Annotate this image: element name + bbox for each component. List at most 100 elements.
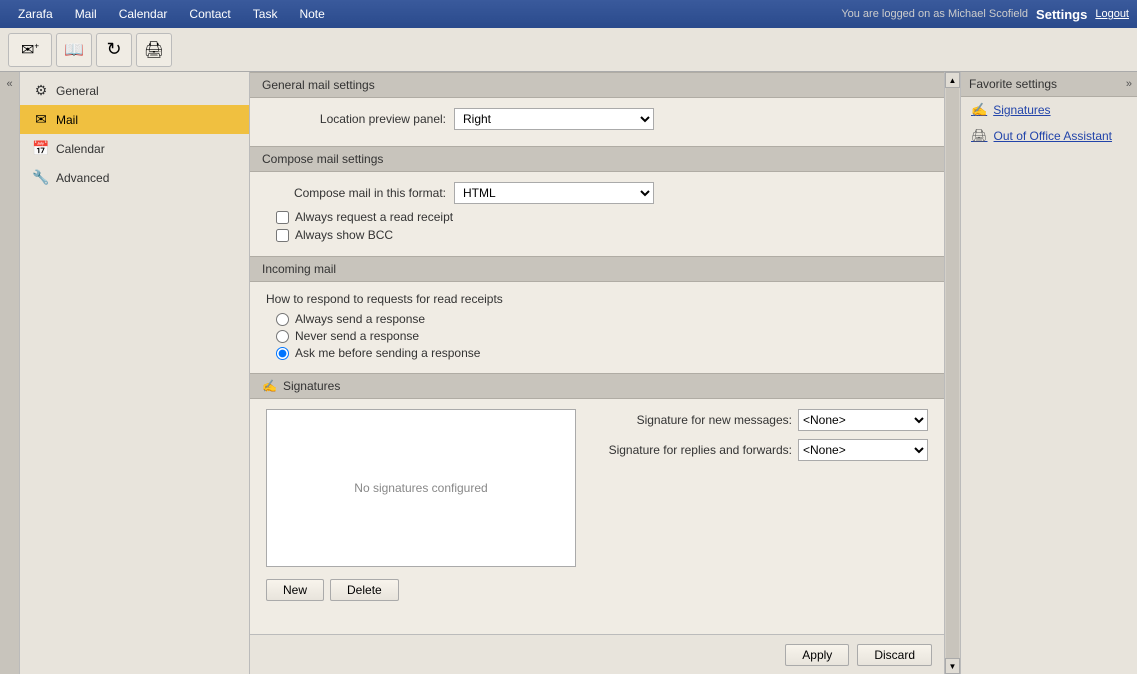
read-receipt-question: How to respond to requests for read rece… xyxy=(266,292,928,306)
new-button[interactable]: ✉+ xyxy=(8,33,52,67)
fav-item-signatures[interactable]: ✍ Signatures xyxy=(961,97,1137,123)
new-messages-row: Signature for new messages: <None> xyxy=(592,409,928,431)
content-wrapper: General mail settings Location preview p… xyxy=(250,72,1137,674)
compose-mail-header: Compose mail settings xyxy=(250,146,944,172)
replies-select[interactable]: <None> xyxy=(798,439,928,461)
user-info: You are logged on as Michael Scofield xyxy=(841,8,1028,20)
nav-task[interactable]: Task xyxy=(243,3,288,25)
fav-out-of-office-label: Out of Office Assistant xyxy=(994,129,1113,143)
fav-panel-title: Favorite settings xyxy=(969,77,1057,91)
read-receipt-label: Always request a read receipt xyxy=(295,210,453,224)
incoming-mail-header: Incoming mail xyxy=(250,256,944,282)
location-preview-row: Location preview panel: Right Bottom Off xyxy=(266,108,928,130)
refresh-icon: ↻ xyxy=(106,39,121,60)
read-receipt-checkbox-row: Always request a read receipt xyxy=(276,210,928,224)
no-signatures-label: No signatures configured xyxy=(354,481,487,495)
fav-collapse-button[interactable]: » xyxy=(1126,78,1132,90)
sidebar-item-calendar-label: Calendar xyxy=(56,142,105,156)
location-preview-label: Location preview panel: xyxy=(266,112,446,126)
nav-items: Zarafa Mail Calendar Contact Task Note xyxy=(8,3,335,25)
sidebar-item-calendar[interactable]: 📅 Calendar xyxy=(20,134,249,163)
logout-button[interactable]: Logout xyxy=(1095,8,1129,20)
print-icon: 🖨 xyxy=(144,40,164,60)
radio-ask[interactable] xyxy=(276,347,289,360)
nav-calendar[interactable]: Calendar xyxy=(109,3,178,25)
sidebar-item-mail[interactable]: ✉ Mail xyxy=(20,105,249,134)
sidebar-item-advanced-label: Advanced xyxy=(56,171,109,185)
scrollbar-down-button[interactable]: ▼ xyxy=(945,658,960,674)
nav-right: You are logged on as Michael Scofield Se… xyxy=(841,7,1129,22)
nav-note[interactable]: Note xyxy=(289,3,334,25)
nav-contact[interactable]: Contact xyxy=(179,3,240,25)
replies-label: Signature for replies and forwards: xyxy=(592,443,792,457)
fav-panel-header: Favorite settings » xyxy=(961,72,1137,97)
format-label: Compose mail in this format: xyxy=(266,186,446,200)
favorite-settings-panel: Favorite settings » ✍ Signatures 🖨 Out o… xyxy=(960,72,1137,674)
top-navigation: Zarafa Mail Calendar Contact Task Note Y… xyxy=(0,0,1137,28)
advanced-icon: 🔧 xyxy=(32,169,50,186)
radio-always-row: Always send a response xyxy=(276,312,928,326)
sidebar-item-general[interactable]: ⚙ General xyxy=(20,76,249,105)
bottom-bar: Apply Discard xyxy=(250,634,944,674)
sidebar-collapse-button[interactable]: « xyxy=(0,72,20,674)
address-book-icon: 📖 xyxy=(64,40,84,60)
show-bcc-checkbox[interactable] xyxy=(276,229,289,242)
scrollbar-up-button[interactable]: ▲ xyxy=(945,72,960,88)
address-book-button[interactable]: 📖 xyxy=(56,33,92,67)
new-icon: ✉+ xyxy=(21,40,39,60)
settings-label: Settings xyxy=(1036,7,1087,22)
general-mail-header: General mail settings xyxy=(250,72,944,98)
toolbar: ✉+ 📖 ↻ 🖨 xyxy=(0,28,1137,72)
show-bcc-checkbox-row: Always show BCC xyxy=(276,228,928,242)
discard-button[interactable]: Discard xyxy=(857,644,932,666)
sig-buttons: New Delete xyxy=(266,579,576,601)
refresh-button[interactable]: ↻ xyxy=(96,33,132,67)
replies-row: Signature for replies and forwards: <Non… xyxy=(592,439,928,461)
sig-right-panel: Signature for new messages: <None> Signa… xyxy=(592,409,928,601)
content-main: General mail settings Location preview p… xyxy=(250,72,944,674)
radio-always-label: Always send a response xyxy=(295,312,425,326)
sidebar-items: ⚙ General ✉ Mail 📅 Calendar 🔧 Advanced xyxy=(20,72,249,674)
sidebar: ⚙ General ✉ Mail 📅 Calendar 🔧 Advanced xyxy=(20,72,250,674)
radio-ask-label: Ask me before sending a response xyxy=(295,346,480,360)
radio-never-label: Never send a response xyxy=(295,329,419,343)
mail-icon: ✉ xyxy=(32,111,50,128)
read-receipt-checkbox[interactable] xyxy=(276,211,289,224)
main-layout: « ⚙ General ✉ Mail 📅 Calendar 🔧 Advanc xyxy=(0,72,1137,674)
radio-never-row: Never send a response xyxy=(276,329,928,343)
incoming-mail-body: How to respond to requests for read rece… xyxy=(250,282,944,373)
fav-out-of-office-icon: 🖨 xyxy=(971,128,988,144)
delete-signature-button[interactable]: Delete xyxy=(330,579,399,601)
fav-signatures-label: Signatures xyxy=(993,103,1050,117)
format-row: Compose mail in this format: HTML Plain … xyxy=(266,182,928,204)
radio-ask-row: Ask me before sending a response xyxy=(276,346,928,360)
sidebar-item-advanced[interactable]: 🔧 Advanced xyxy=(20,163,249,192)
sidebar-outer: « ⚙ General ✉ Mail 📅 Calendar 🔧 Advanc xyxy=(0,72,250,674)
fav-item-out-of-office[interactable]: 🖨 Out of Office Assistant xyxy=(961,123,1137,149)
signatures-body: No signatures configured New Delete Sign… xyxy=(250,399,944,611)
general-icon: ⚙ xyxy=(32,82,50,99)
nav-zarafa[interactable]: Zarafa xyxy=(8,3,63,25)
general-mail-body: Location preview panel: Right Bottom Off xyxy=(250,98,944,146)
format-select[interactable]: HTML Plain Text xyxy=(454,182,654,204)
scrollbar: ▲ ▼ xyxy=(944,72,960,674)
radio-never[interactable] xyxy=(276,330,289,343)
scrollbar-thumb[interactable] xyxy=(946,88,959,658)
new-messages-select[interactable]: <None> xyxy=(798,409,928,431)
compose-mail-body: Compose mail in this format: HTML Plain … xyxy=(250,172,944,256)
fav-signatures-icon: ✍ xyxy=(971,102,987,118)
nav-mail[interactable]: Mail xyxy=(65,3,107,25)
new-signature-button[interactable]: New xyxy=(266,579,324,601)
show-bcc-label: Always show BCC xyxy=(295,228,393,242)
location-preview-select[interactable]: Right Bottom Off xyxy=(454,108,654,130)
signatures-header: ✍ Signatures xyxy=(250,373,944,399)
new-messages-label: Signature for new messages: xyxy=(592,413,792,427)
content-scroll: General mail settings Location preview p… xyxy=(250,72,944,634)
signatures-header-icon: ✍ xyxy=(262,379,277,393)
print-button[interactable]: 🖨 xyxy=(136,33,172,67)
apply-button[interactable]: Apply xyxy=(785,644,849,666)
calendar-icon: 📅 xyxy=(32,140,50,157)
sidebar-item-general-label: General xyxy=(56,84,99,98)
signatures-list: No signatures configured xyxy=(266,409,576,567)
radio-always[interactable] xyxy=(276,313,289,326)
